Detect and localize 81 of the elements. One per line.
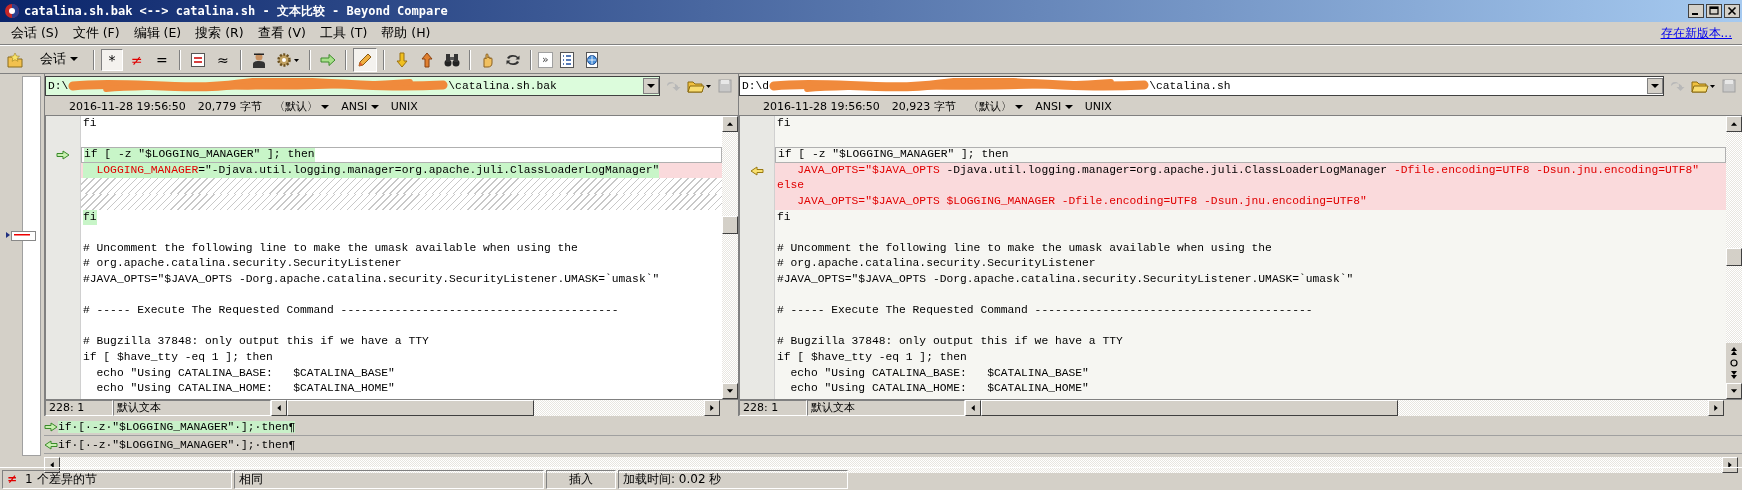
load-time: 加载时间: 0.02 秒: [618, 469, 848, 489]
cursor-position: 228: 1: [739, 400, 807, 416]
code-line: fi: [777, 209, 791, 225]
menu-item[interactable]: 文件 (F): [65, 24, 127, 42]
scroll-up-button[interactable]: [1726, 116, 1742, 132]
code-line: echo "Using CATALINA_BASE: $CATALINA_BASE": [95, 365, 395, 381]
scrollbar-thumb[interactable]: [722, 216, 738, 234]
text-mode-label: 默认文本: [807, 400, 965, 416]
navigation-buttons-icon[interactable]: [1726, 343, 1742, 383]
arrow-right-icon: [44, 422, 58, 432]
arrow-left-icon: [44, 440, 58, 450]
edit-mode: 插入: [546, 469, 616, 489]
close-icon[interactable]: [1724, 4, 1740, 18]
detail-line: if·[·-z·"$LOGGING_MANAGER"·];·then¶: [58, 439, 296, 451]
code-line: echo "Using CATALINA_HOME: $CATALINA_HOME": [789, 381, 1089, 397]
caret-icon: [1064, 104, 1073, 110]
code-line: echo "Using CATALINA_HOME: $CATALINA_HOME": [95, 381, 395, 397]
menu-item[interactable]: 搜索 (R): [188, 24, 251, 42]
scroll-right-button[interactable]: [704, 400, 720, 416]
menu-item[interactable]: 编辑 (E): [126, 24, 189, 42]
caret-icon: [370, 104, 379, 110]
scroll-up-button[interactable]: [722, 116, 738, 132]
approximate-button[interactable]: ≈: [212, 48, 234, 71]
file-size: 20,923 字节: [891, 99, 956, 114]
format-dropdown[interactable]: 〈默认〉: [273, 99, 330, 114]
menu-item[interactable]: 查看 (V): [250, 24, 313, 42]
caret-icon: [321, 104, 330, 110]
code-line: # Uncomment the following line to make the umask available when using the: [83, 240, 578, 256]
pencil-icon[interactable]: [353, 47, 377, 72]
comparison-state: 相同: [234, 469, 544, 489]
caret-icon: [70, 57, 78, 62]
encoding-dropdown[interactable]: ANSI: [341, 100, 379, 113]
code-line: # org.apache.catalina.security.SecurityListener: [83, 256, 402, 272]
difference-count: 1 个差异的节: [25, 470, 97, 488]
scroll-down-button[interactable]: [1726, 383, 1742, 399]
code-line: # ----- Execute The Requested Command -----------------------------------------: [777, 303, 1313, 319]
code-line: fi: [777, 116, 791, 131]
vertical-scrollbar[interactable]: [722, 116, 738, 399]
code-line: # Bugzilla 37848: only output this if we have a TTY: [83, 334, 429, 350]
code-line: JAVA_OPTS="$JAVA_OPTS $LOGGING_MANAGER -Dfile.encoding=UTF8 -Dsun.jnu.encoding=UTF8": [796, 193, 1367, 209]
scrollbar-thumb[interactable]: [1726, 248, 1742, 266]
path-field[interactable]: D:\ \catalina.sh.bak: [45, 76, 660, 96]
window-title: catalina.sh.bak <--> catalina.sh - 文本比较 - Beyond Compare: [24, 2, 449, 20]
caret-icon: [1015, 104, 1024, 110]
app-icon: [4, 3, 20, 19]
difference-icon: ≠: [7, 470, 18, 488]
minimize-icon[interactable]: [1688, 4, 1704, 18]
horizontal-scrollbar[interactable]: [271, 400, 720, 416]
scrollbar-thumb[interactable]: [287, 400, 534, 416]
menu-item[interactable]: 工具 (T): [312, 24, 375, 42]
file-date: 2016-11-28 19:56:50: [69, 100, 186, 113]
code-line: # Uncomment the following line to make the umask available when using the: [777, 240, 1272, 256]
code-line: echo "Using CATALINA_BASE: $CATALINA_BASE": [789, 365, 1089, 381]
code-line: # org.apache.catalina.security.SecurityListener: [777, 256, 1096, 272]
file-date: 2016-11-28 19:56:50: [763, 100, 880, 113]
code-line: # Bugzilla 37848: only output this if we have a TTY: [777, 334, 1123, 350]
code-line: JAVA_OPTS="$JAVA_OPTS -Djava.util.logging.manager=org.apache.juli.ClassLoaderLogManager -Dfile.encoding=UTF8 -Dsun.jnu.encoding=UTF8": [796, 162, 1699, 178]
file-size: 20,779 字节: [197, 99, 262, 114]
filter-toggle[interactable]: *: [101, 48, 123, 71]
line-ending-label: UNIX: [1084, 100, 1112, 113]
menu-item[interactable]: 帮助 (H): [374, 24, 438, 42]
scroll-left-button[interactable]: [271, 400, 287, 416]
menu-item[interactable]: 会话 (S): [4, 24, 66, 42]
difference-marker-icon: [6, 231, 36, 241]
code-line: if [ -z "$LOGGING_MANAGER" ]; then: [778, 148, 1009, 162]
line-ending-label: UNIX: [390, 100, 418, 113]
code-line: #JAVA_OPTS="$JAVA_OPTS -Dorg.apache.catalina.security.SecurityListener.UMASK=`umask`": [83, 271, 660, 287]
code-line: # ----- Execute The Requested Command -----------------------------------------: [83, 303, 619, 319]
code-line: if [ $have_tty -eq 1 ]; then: [777, 349, 967, 365]
update-link[interactable]: 存在新版本...: [1660, 24, 1738, 42]
cursor-position: 228: 1: [45, 400, 113, 416]
code-line: else: [777, 178, 805, 194]
filter-toggle[interactable]: =: [151, 48, 173, 71]
code-line: #JAVA_OPTS="$JAVA_OPTS -Dorg.apache.catalina.security.SecurityListener.UMASK=`umask`": [777, 271, 1354, 287]
more-button[interactable]: »: [538, 51, 553, 68]
session-dropdown[interactable]: 会话: [29, 48, 87, 71]
text-mode-label: 默认文本: [113, 400, 271, 416]
code-line: fi: [83, 116, 97, 131]
maximize-icon[interactable]: [1706, 4, 1722, 18]
scroll-down-button[interactable]: [722, 383, 738, 399]
code-line: if [ $have_tty -eq 1 ]; then: [83, 349, 273, 365]
